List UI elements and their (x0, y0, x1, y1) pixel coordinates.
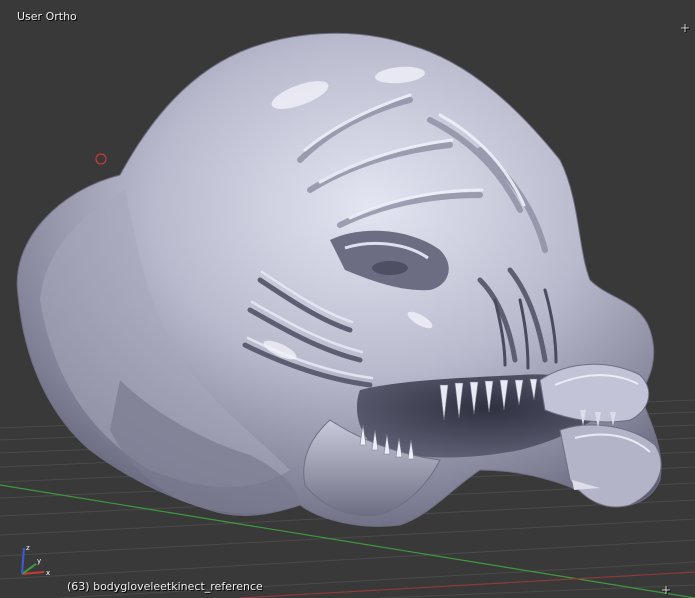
z-axis-label: z (26, 544, 30, 552)
plus-icon[interactable]: + (659, 583, 673, 597)
creature-head-mesh[interactable] (16, 32, 662, 527)
x-axis-label: x (46, 569, 50, 577)
object-frame: (63) (67, 580, 90, 593)
axis-gizmo: z y x (21, 544, 50, 577)
3d-viewport[interactable]: User Ortho + z y x (63) bodygloveleetkin… (0, 0, 695, 598)
plus-icon[interactable]: + (678, 21, 692, 35)
viewport-scene[interactable] (0, 0, 695, 598)
3d-cursor-icon[interactable] (95, 153, 107, 165)
object-info-label: (63) bodygloveleetkinect_reference (67, 580, 263, 593)
view-name-label: User Ortho (17, 10, 77, 23)
y-axis-label: y (37, 557, 41, 565)
object-name: bodygloveleetkinect_reference (93, 580, 263, 593)
